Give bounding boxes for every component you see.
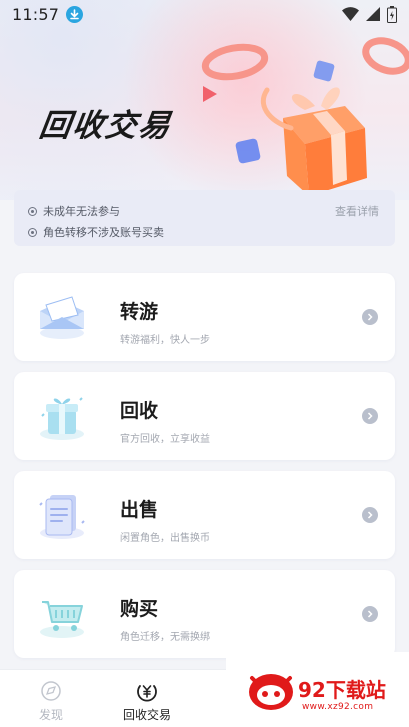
notice-panel: 未成年无法参与 角色转移不涉及账号买卖 查看详情 [14, 190, 395, 246]
card-recycle[interactable]: 回收 官方回收，立享收益 [14, 372, 395, 460]
envelope-icon [40, 296, 84, 339]
bullet-icon [28, 206, 37, 216]
shopping-cart-icon [40, 601, 84, 638]
yen-coin-icon [137, 685, 157, 702]
card-title: 转游 [120, 301, 159, 323]
wifi-icon [342, 7, 359, 21]
chevron-right-icon [362, 408, 378, 424]
battery-icon [387, 5, 397, 23]
card-sell[interactable]: 出售 闲置角色，出售换币 [14, 471, 395, 559]
gift-box-icon [40, 397, 84, 440]
signal-icon [366, 7, 380, 21]
bullet-icon [28, 227, 37, 237]
notice-text: 未成年无法参与 [43, 205, 120, 218]
card-subtitle: 转游福利，快人一步 [120, 335, 210, 346]
card-title: 购买 [120, 598, 159, 620]
card-title: 回收 [120, 400, 159, 422]
tab-label: 回收交易 [122, 708, 171, 722]
card-subtitle: 角色迁移，无需换绑 [120, 632, 210, 643]
view-details-link[interactable]: 查看详情 [335, 203, 379, 219]
card-subtitle: 闲置角色，出售换币 [120, 533, 210, 544]
watermark-url: www.xz92.com [302, 702, 374, 712]
document-icon [39, 495, 85, 539]
status-time: 11:57 [12, 4, 60, 24]
card-title: 出售 [120, 499, 159, 521]
card-transfer-game[interactable]: 转游 转游福利，快人一步 [14, 273, 395, 361]
page-title: 回收交易 [36, 108, 175, 144]
download-icon [66, 5, 84, 23]
notice-item: 角色转移不涉及账号买卖 [28, 224, 164, 240]
gift-illustration [201, 37, 409, 196]
notice-item: 未成年无法参与 [28, 203, 120, 219]
watermark-logo-icon [249, 674, 293, 710]
tab-label: 发现 [38, 708, 63, 722]
watermark-name: 92下载站 [298, 678, 386, 702]
status-bar: 11:57 [0, 0, 409, 28]
chevron-right-icon [362, 309, 378, 325]
watermark: 92下载站 www.xz92.com [226, 652, 409, 727]
tab-discover[interactable]: 发现 [6, 670, 96, 727]
notice-text: 角色转移不涉及账号买卖 [43, 226, 164, 239]
card-subtitle: 官方回收，立享收益 [120, 434, 210, 445]
discover-icon [41, 681, 61, 701]
card-buy[interactable]: 购买 角色迁移，无需换绑 [14, 570, 395, 658]
tab-recycle-trade[interactable]: 回收交易 [102, 670, 192, 727]
chevron-right-icon [362, 507, 378, 523]
chevron-right-icon [362, 606, 378, 622]
hero-banner: 回收交易 [0, 0, 409, 200]
